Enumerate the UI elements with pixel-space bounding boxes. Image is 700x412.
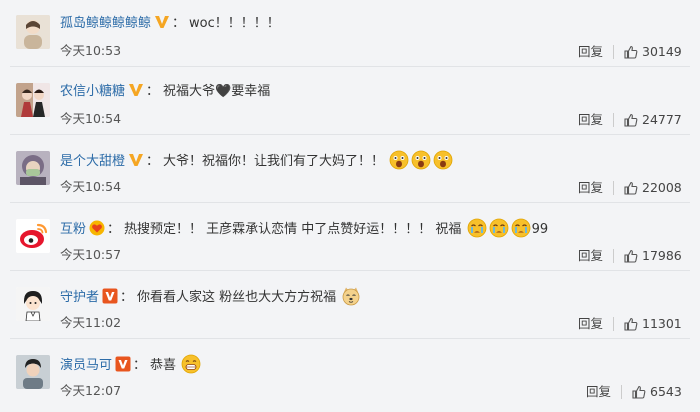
comment-text: 祝福大爷🖤要幸福: [163, 84, 271, 99]
avatar[interactable]: [16, 287, 50, 321]
like-count: 30149: [642, 44, 682, 59]
avatar[interactable]: [16, 355, 50, 389]
comment-time: 今天11:02: [60, 315, 122, 330]
surprised-emoji-icon: [389, 150, 409, 170]
comment-row: 守护者：你看看人家这 粉丝也大大方方祝福 今天11:02 回复 11301: [0, 272, 700, 339]
comment-text: 你看看人家这 粉丝也大大方方祝福: [137, 290, 337, 305]
like-count: 6543: [650, 384, 682, 399]
cry-emoji-icon: [511, 218, 531, 238]
like-button[interactable]: 6543: [632, 383, 682, 401]
comment-time: 今天10:54: [60, 179, 122, 194]
comment-row: 孤岛鲸鲸鲸鲸鲸： woc！！！！！ 今天10:53 回复 30149: [0, 0, 700, 67]
fans-badge-icon: [89, 220, 105, 236]
thumbs-up-icon: [624, 317, 638, 331]
comment-time: 今天10:53: [60, 43, 122, 58]
doge-emoji-icon: [341, 286, 361, 306]
like-count: 24777: [642, 112, 682, 127]
comment-row: 互粉：热搜预定！！ 王彦霖承认恋情 中了点赞好运！！！！ 祝福 99 今天10:…: [0, 204, 700, 271]
grin-emoji-icon: [181, 354, 201, 374]
comment-text: woc！！！！！: [189, 16, 280, 31]
username-link[interactable]: 守护者: [60, 290, 99, 305]
reply-button[interactable]: 回复: [578, 315, 603, 333]
thumbs-up-icon: [624, 181, 638, 195]
verified-badge-icon: [154, 14, 170, 30]
cry-emoji-icon: [467, 218, 487, 238]
like-button[interactable]: 30149: [624, 43, 682, 61]
reply-button[interactable]: 回复: [586, 383, 611, 401]
cry-emoji-icon: [489, 218, 509, 238]
reply-button[interactable]: 回复: [578, 179, 603, 197]
like-count: 22008: [642, 180, 682, 195]
username-link[interactable]: 演员马可: [60, 358, 112, 373]
reply-button[interactable]: 回复: [578, 43, 603, 61]
comment-text: 热搜预定！！ 王彦霖承认恋情 中了点赞好运！！！！ 祝福: [124, 222, 462, 237]
like-button[interactable]: 24777: [624, 111, 682, 129]
like-button[interactable]: 22008: [624, 179, 682, 197]
comment-text: 大爷！祝福你！让我们有了大妈了！！: [163, 154, 385, 169]
verified-badge-icon: [128, 152, 144, 168]
thumbs-up-icon: [624, 113, 638, 127]
surprised-emoji-icon: [433, 150, 453, 170]
like-button[interactable]: 17986: [624, 247, 682, 265]
reply-button[interactable]: 回复: [578, 111, 603, 129]
comment-row: 演员马可：恭喜 今天12:07 回复 6543: [0, 340, 700, 412]
like-count: 17986: [642, 248, 682, 263]
thumbs-up-icon: [624, 249, 638, 263]
reply-button[interactable]: 回复: [578, 247, 603, 265]
username-link[interactable]: 农信小糖糖: [60, 84, 125, 99]
username-link[interactable]: 孤岛鲸鲸鲸鲸鲸: [60, 16, 151, 31]
surprised-emoji-icon: [411, 150, 431, 170]
avatar[interactable]: [16, 83, 50, 117]
avatar[interactable]: [16, 151, 50, 185]
thumbs-up-icon: [624, 45, 638, 59]
username-link[interactable]: 是个大甜橙: [60, 154, 125, 169]
username-link[interactable]: 互粉: [60, 222, 86, 237]
verified-badge-icon: [115, 356, 131, 372]
verified-badge-icon: [128, 82, 144, 98]
comment-row: 是个大甜橙：大爷！祝福你！让我们有了大妈了！！ 今天10:54 回复 22008: [0, 136, 700, 203]
avatar[interactable]: [16, 219, 50, 253]
verified-badge-icon: [102, 288, 118, 304]
comment-row: 农信小糖糖：祝福大爷🖤要幸福 今天10:54 回复 24777: [0, 68, 700, 135]
comment-time: 今天10:57: [60, 247, 122, 262]
like-count: 11301: [642, 316, 682, 331]
comment-list: 孤岛鲸鲸鲸鲸鲸： woc！！！！！ 今天10:53 回复 30149 农信小糖糖：…: [0, 0, 700, 412]
comment-time: 今天12:07: [60, 383, 122, 398]
comment-text: 恭喜: [150, 358, 177, 373]
comment-suffix: 99: [531, 222, 549, 237]
thumbs-up-icon: [632, 385, 646, 399]
comment-time: 今天10:54: [60, 111, 122, 126]
avatar[interactable]: [16, 15, 50, 49]
like-button[interactable]: 11301: [624, 315, 682, 333]
